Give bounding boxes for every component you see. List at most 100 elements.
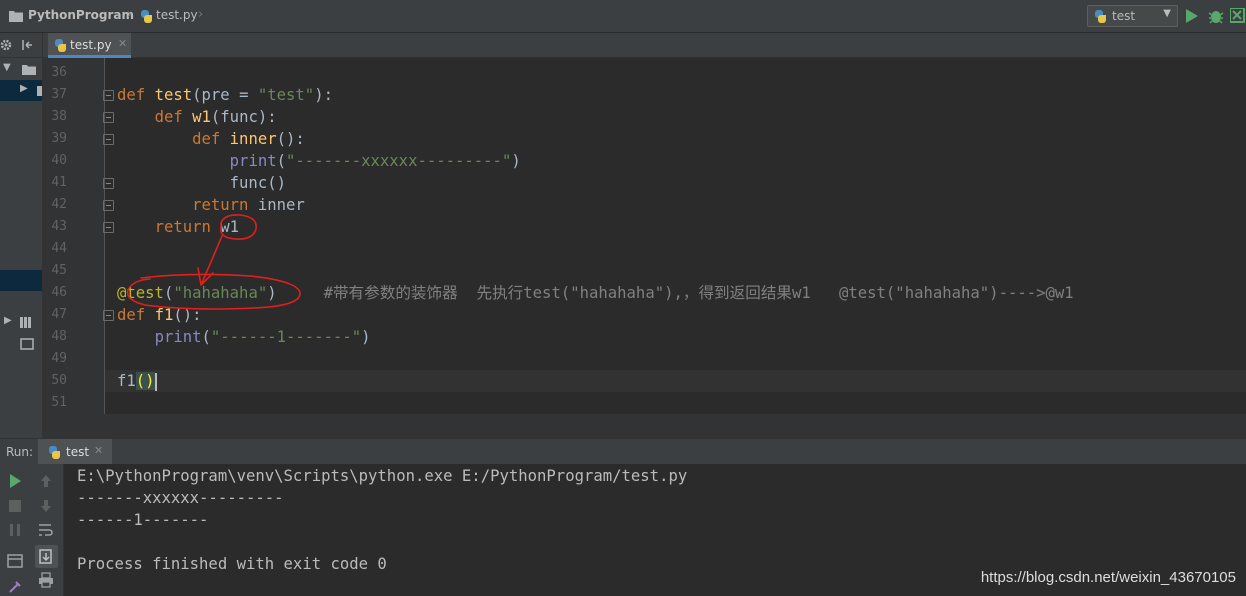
code-editor[interactable]: 36 37 38 39 40 41 42 43 44 45 46 47 48 49 50 51 def tes… — [43, 58, 1246, 414]
code-token: func() — [117, 174, 286, 192]
scroll-to-end-button[interactable] — [35, 545, 58, 568]
code-token: inner — [229, 130, 277, 148]
stop-icon[interactable] — [6, 497, 24, 515]
gear-icon[interactable] — [0, 39, 12, 51]
breadcrumb-project[interactable]: PythonProgram — [28, 8, 134, 22]
tab-test-py[interactable]: test.py ✕ — [48, 33, 131, 58]
debug-icon[interactable] — [1208, 8, 1224, 24]
code-token: ( — [201, 328, 211, 346]
code-line[interactable]: def w1(func): — [117, 106, 277, 128]
tree-item-scratches[interactable] — [0, 333, 42, 354]
code-token: print — [229, 152, 277, 170]
code-line[interactable]: def f1(): — [117, 304, 202, 326]
soft-wrap-icon[interactable] — [37, 521, 55, 539]
code-line[interactable]: func() — [117, 172, 286, 194]
line-number: 49 — [51, 351, 67, 366]
tab-label: test.py — [70, 38, 112, 52]
scroll-down-icon[interactable] — [37, 497, 55, 515]
breadcrumb-separator-icon: › — [198, 7, 204, 22]
code-token: @test — [117, 284, 164, 302]
code-token: def — [192, 130, 230, 148]
fold-marker-icon[interactable] — [103, 310, 114, 321]
line-number: 43 — [51, 219, 67, 234]
close-icon[interactable]: ✕ — [118, 37, 127, 50]
code-token: return — [154, 218, 221, 236]
line-number-gutter: 36 37 38 39 40 41 42 43 44 45 46 47 48 49 50 51 — [43, 58, 105, 414]
run-tab-label: test — [66, 445, 90, 459]
run-configuration-select[interactable]: test ▼ — [1087, 5, 1178, 27]
code-token: test — [154, 86, 193, 104]
code-line[interactable]: return inner — [117, 194, 305, 216]
run-with-coverage-icon[interactable] — [1230, 8, 1246, 24]
run-icon[interactable] — [1186, 9, 1198, 23]
code-token: ) — [511, 152, 521, 170]
line-number: 46 — [51, 285, 67, 300]
code-token: return — [192, 196, 258, 214]
code-line[interactable]: def test(pre = "test"): — [117, 84, 333, 106]
line-number: 44 — [51, 241, 67, 256]
line-number: 36 — [51, 65, 67, 80]
code-token: (): — [173, 306, 202, 324]
chevron-down-icon: ▼ — [3, 62, 11, 73]
scroll-up-icon[interactable] — [37, 472, 55, 490]
fold-marker-icon[interactable] — [103, 90, 114, 101]
console-line: ------1------- — [77, 511, 209, 529]
library-icon — [20, 317, 31, 328]
print-icon[interactable] — [37, 571, 55, 589]
tree-item-venv[interactable]: ▶ — [0, 80, 42, 101]
fold-marker-icon[interactable] — [103, 112, 114, 123]
code-line[interactable]: @test("hahahaha") #带有参数的装饰器 先执行test("hah… — [117, 282, 1074, 304]
code-token: (func): — [210, 108, 277, 126]
fold-marker-icon[interactable] — [103, 222, 114, 233]
restore-layout-icon[interactable] — [6, 552, 24, 570]
chevron-right-icon: ▶ — [20, 83, 28, 94]
project-panel: ▼ ▶ ▶ — [0, 33, 43, 438]
run-tab-test[interactable]: test ✕ — [38, 439, 112, 465]
fold-marker-icon[interactable] — [103, 178, 114, 189]
code-token: ( — [276, 152, 287, 170]
fold-marker-icon[interactable] — [103, 134, 114, 145]
code-token: inner — [257, 196, 305, 214]
python-icon — [1094, 10, 1107, 23]
line-number: 37 — [51, 87, 67, 102]
breadcrumb-file[interactable]: test.py — [156, 8, 198, 22]
chevron-right-icon: ▶ — [4, 315, 12, 326]
code-token: print — [154, 328, 202, 346]
pause-icon[interactable] — [6, 521, 24, 539]
line-number: 41 — [51, 175, 67, 190]
line-number: 39 — [51, 131, 67, 146]
tree-item-selected[interactable] — [0, 270, 42, 291]
hide-panel-icon[interactable] — [21, 39, 33, 51]
tree-item-external-libraries[interactable]: ▶ — [0, 312, 42, 333]
code-line[interactable]: f1() — [117, 370, 157, 392]
code-token: #带有参数的装饰器 先执行test("hahahaha"),，得到返回结果w1 … — [323, 284, 1074, 302]
code-line[interactable]: return w1 — [117, 216, 240, 238]
code-token: def — [117, 306, 155, 324]
code-token: "test" — [257, 86, 315, 104]
project-panel-header — [0, 33, 42, 58]
close-icon[interactable]: ✕ — [94, 444, 103, 457]
code-line[interactable]: print("------1-------") — [117, 326, 371, 348]
code-token: "-------xxxxxx---------" — [286, 152, 512, 170]
fold-marker-icon[interactable] — [103, 200, 114, 211]
code-token: (pre = — [192, 86, 258, 104]
line-number: 48 — [51, 329, 67, 344]
tree-item-project-root[interactable]: ▼ — [0, 59, 42, 80]
breadcrumb-separator-icon: › — [127, 7, 133, 22]
rerun-icon[interactable] — [6, 472, 24, 490]
code-line[interactable]: def inner(): — [117, 128, 305, 150]
code-token: "------1-------" — [210, 328, 362, 346]
line-number: 38 — [51, 109, 67, 124]
settings-icon[interactable] — [6, 578, 24, 596]
scratch-icon — [20, 338, 34, 350]
run-label: Run: — [6, 445, 34, 459]
run-tool-window-header: Run: test ✕ — [0, 438, 1246, 465]
code-token: w1 — [192, 108, 211, 126]
console-line: Process finished with exit code 0 — [77, 555, 387, 573]
line-number: 45 — [51, 263, 67, 278]
code-line[interactable]: print("-------xxxxxx---------") — [117, 150, 521, 172]
code-token: () — [135, 372, 155, 390]
